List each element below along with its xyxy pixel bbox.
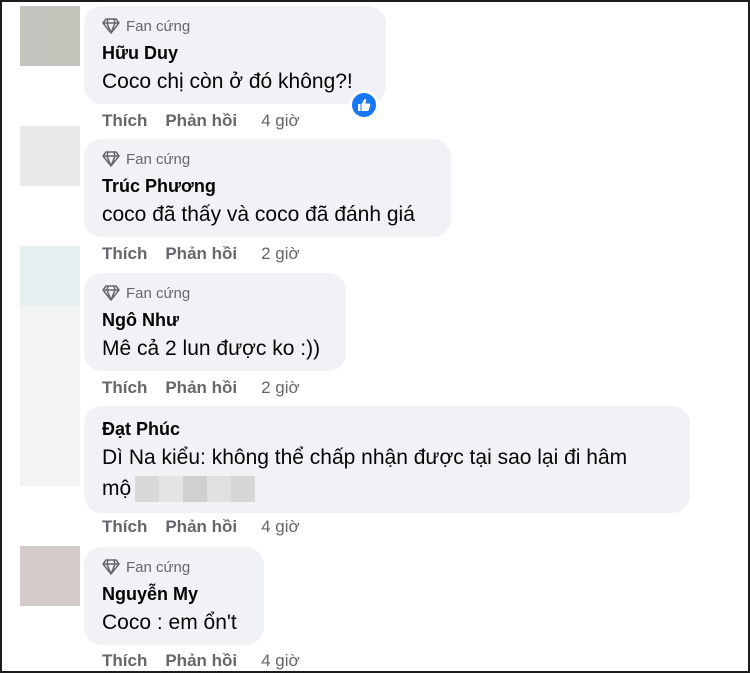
comment-bubble: Fan cứng Ngô Như Mê cả 2 lun được ko :)): [84, 273, 346, 371]
badge-label: Fan cứng: [126, 150, 191, 168]
comment-text-line: mộ: [102, 473, 672, 504]
comment-text-word: mộ: [102, 477, 132, 500]
top-fan-badge: Fan cứng: [102, 149, 433, 169]
badge-label: Fan cứng: [126, 558, 191, 576]
avatar[interactable]: [20, 6, 80, 66]
reply-button[interactable]: Phản hồi: [165, 651, 237, 671]
comment-text: Mê cả 2 lun được ko :)): [102, 337, 321, 360]
comment-actions: Thích Phản hồi 4 giờ: [102, 650, 300, 671]
avatar[interactable]: [20, 126, 80, 186]
like-button[interactable]: Thích: [102, 517, 147, 537]
comment-bubble: Đạt Phúc Dì Na kiểu: không thể chấp nhận…: [84, 406, 690, 513]
comment-bubble: Fan cứng Trúc Phương coco đã thấy và coc…: [84, 139, 451, 237]
top-fan-badge: Fan cứng: [102, 16, 368, 36]
thumbs-up-icon[interactable]: [349, 90, 379, 120]
comment-actions: Thích Phản hồi 4 giờ: [102, 516, 300, 538]
diamond-icon: [102, 18, 120, 34]
avatar-strip: [20, 306, 80, 486]
badge-label: Fan cứng: [126, 284, 191, 302]
like-button[interactable]: Thích: [102, 378, 147, 398]
reply-button[interactable]: Phản hồi: [165, 517, 237, 537]
comment-actions: Thích Phản hồi 2 giờ: [102, 377, 300, 399]
diamond-icon: [102, 151, 120, 167]
comments-panel: Fan cứng Hữu Duy Coco chị còn ở đó không…: [0, 0, 750, 673]
avatar[interactable]: [20, 546, 80, 606]
comment-time[interactable]: 2 giờ: [261, 244, 300, 264]
comment-time[interactable]: 4 giờ: [261, 111, 300, 131]
comment-text: coco đã thấy và coco đã đánh giá: [102, 203, 415, 226]
reply-button[interactable]: Phản hồi: [165, 378, 237, 398]
comment-actions: Thích Phản hồi 4 giờ: [102, 110, 300, 132]
reply-button[interactable]: Phản hồi: [165, 111, 237, 131]
like-button[interactable]: Thích: [102, 111, 147, 131]
top-fan-badge: Fan cứng: [102, 557, 246, 577]
like-button[interactable]: Thích: [102, 651, 147, 671]
reply-button[interactable]: Phản hồi: [165, 244, 237, 264]
commenter-name[interactable]: Nguyễn My: [102, 583, 246, 605]
comment-time[interactable]: 2 giờ: [261, 378, 300, 398]
comment-actions: Thích Phản hồi 2 giờ: [102, 243, 300, 265]
comment-time[interactable]: 4 giờ: [261, 651, 300, 671]
comment-text-line: Dì Na kiểu: không thể chấp nhận được tại…: [102, 446, 628, 469]
commenter-name[interactable]: Hữu Duy: [102, 42, 368, 64]
avatar[interactable]: [20, 246, 80, 306]
like-button[interactable]: Thích: [102, 244, 147, 264]
comment-time[interactable]: 4 giờ: [261, 517, 300, 537]
commenter-name[interactable]: Ngô Như: [102, 309, 328, 331]
comment-text: Dì Na kiểu: không thể chấp nhận được tại…: [102, 442, 672, 504]
comment-bubble: Fan cứng Hữu Duy Coco chị còn ở đó không…: [84, 6, 386, 104]
commenter-name[interactable]: Đạt Phúc: [102, 418, 672, 440]
badge-label: Fan cứng: [126, 17, 191, 35]
comment-bubble: Fan cứng Nguyễn My Coco : em ổn't: [84, 547, 264, 645]
top-fan-badge: Fan cứng: [102, 283, 328, 303]
comment-text: Coco : em ổn't: [102, 611, 237, 634]
blurred-name: [135, 475, 256, 502]
diamond-icon: [102, 559, 120, 575]
diamond-icon: [102, 285, 120, 301]
comment-text: Coco chị còn ở đó không?!: [102, 70, 353, 93]
commenter-name[interactable]: Trúc Phương: [102, 175, 433, 197]
